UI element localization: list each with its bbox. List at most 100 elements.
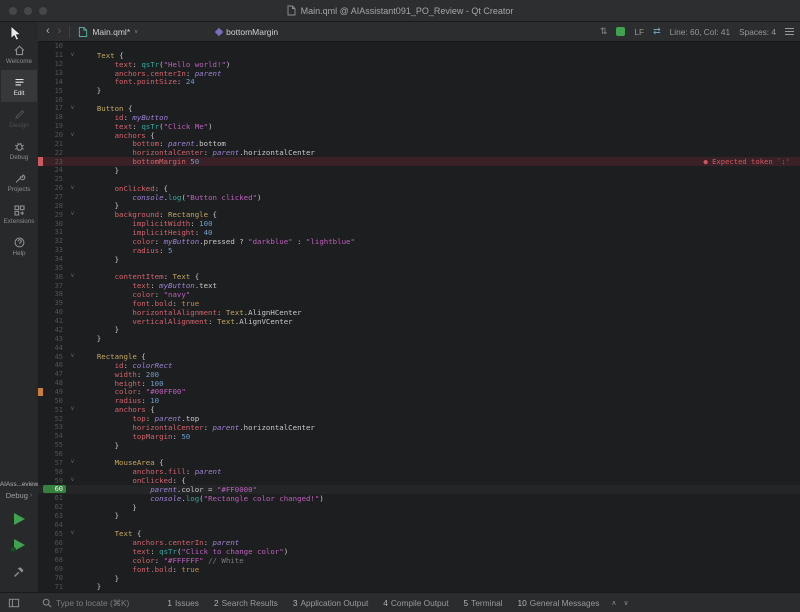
fold-chevron-icon[interactable]: ∨ — [66, 405, 79, 414]
line-number[interactable]: 58 — [43, 468, 66, 476]
sort-arrows-icon[interactable]: ⇅ — [600, 26, 608, 37]
code-line[interactable]: 62 } — [38, 503, 800, 512]
code-line[interactable]: 24 } — [38, 166, 800, 175]
line-number[interactable]: 19 — [43, 122, 66, 130]
chevron-up-icon[interactable]: ∧ — [611, 599, 616, 607]
line-number[interactable]: 57 — [43, 459, 66, 467]
code-editor[interactable]: 1011∨ Text {12 text: qsTr("Hello world!"… — [38, 42, 800, 592]
line-number[interactable]: 70 — [43, 574, 66, 582]
line-number[interactable]: 28 — [43, 202, 66, 210]
line-number[interactable]: 46 — [43, 361, 66, 369]
code-line[interactable]: 57∨ MouseArea { — [38, 458, 800, 467]
code-line[interactable]: 44 — [38, 343, 800, 352]
line-number[interactable]: 23 — [43, 158, 66, 166]
run-button[interactable] — [0, 506, 38, 532]
fold-chevron-icon[interactable]: ∨ — [66, 458, 79, 467]
code-line[interactable]: 50 radius: 10 — [38, 396, 800, 405]
code-line[interactable]: 55 } — [38, 441, 800, 450]
code-line[interactable]: 71 } — [38, 582, 800, 591]
line-number[interactable]: 61 — [43, 494, 66, 502]
line-number[interactable]: 27 — [43, 193, 66, 201]
pane-application-output[interactable]: 3 Application Output — [293, 598, 368, 608]
code-line[interactable]: 17∨ Button { — [38, 104, 800, 113]
fold-chevron-icon[interactable]: ∨ — [66, 272, 79, 281]
line-number[interactable]: 31 — [43, 228, 66, 236]
sidebar-item-help[interactable]: Help — [1, 230, 37, 262]
pane-search-results[interactable]: 2 Search Results — [214, 598, 278, 608]
code-line[interactable]: 60 parent.color = "#FF0000" — [38, 485, 800, 494]
line-number[interactable]: 37 — [43, 282, 66, 290]
build-button[interactable] — [0, 558, 38, 586]
code-line[interactable]: 70 } — [38, 574, 800, 583]
code-line[interactable]: 64 — [38, 520, 800, 529]
code-line[interactable]: 28 } — [38, 201, 800, 210]
line-number[interactable]: 10 — [43, 42, 66, 50]
line-number[interactable]: 34 — [43, 255, 66, 263]
pane-general-messages[interactable]: 10 General Messages — [518, 598, 600, 608]
code-line[interactable]: 14 font.pointSize: 24 — [38, 77, 800, 86]
code-line[interactable]: 12 text: qsTr("Hello world!") — [38, 60, 800, 69]
code-line[interactable]: 35 — [38, 263, 800, 272]
code-line[interactable]: 56 — [38, 450, 800, 459]
line-number[interactable]: 65 — [43, 530, 66, 538]
line-number[interactable]: 55 — [43, 441, 66, 449]
code-line[interactable]: 49 color: "#00FF00" — [38, 388, 800, 397]
code-line[interactable]: 68 color: "#FFFFFF" // White — [38, 556, 800, 565]
fold-chevron-icon[interactable]: ∨ — [66, 529, 79, 538]
line-number[interactable]: 66 — [43, 539, 66, 547]
line-number[interactable]: 18 — [43, 113, 66, 121]
sidebar-item-projects[interactable]: Projects — [1, 166, 37, 198]
code-line[interactable]: 25 — [38, 175, 800, 184]
code-line[interactable]: 33 radius: 5 — [38, 246, 800, 255]
code-line[interactable]: 66 anchors.centerIn: parent — [38, 538, 800, 547]
line-number[interactable]: 17 — [43, 104, 66, 112]
code-line[interactable]: 59∨ onClicked: { — [38, 476, 800, 485]
line-number[interactable]: 24 — [43, 166, 66, 174]
code-line[interactable]: 69 font.bold: true — [38, 565, 800, 574]
code-line[interactable]: 51∨ anchors { — [38, 405, 800, 414]
code-line[interactable]: 40 horizontalAlignment: Text.AlignHCente… — [38, 308, 800, 317]
code-line[interactable]: 52 top: parent.top — [38, 414, 800, 423]
code-line[interactable]: 18 id: myButton — [38, 113, 800, 122]
line-number[interactable]: 67 — [43, 547, 66, 555]
line-number[interactable]: 68 — [43, 556, 66, 564]
code-line[interactable]: 10 — [38, 42, 800, 51]
fold-chevron-icon[interactable]: ∨ — [66, 131, 79, 140]
fold-chevron-icon[interactable]: ∨ — [66, 51, 79, 60]
line-number[interactable]: 54 — [43, 432, 66, 440]
code-line[interactable]: 42 } — [38, 326, 800, 335]
line-number[interactable]: 48 — [43, 379, 66, 387]
line-number[interactable]: 43 — [43, 335, 66, 343]
line-number[interactable]: 13 — [43, 69, 66, 77]
sidebar-item-debug[interactable]: Debug — [1, 134, 37, 166]
line-number[interactable]: 20 — [43, 131, 66, 139]
nav-back-button[interactable]: ‹ — [42, 26, 54, 37]
indentation-indicator[interactable]: Spaces: 4 — [739, 27, 776, 37]
line-number[interactable]: 71 — [43, 583, 66, 591]
line-number[interactable]: 40 — [43, 308, 66, 316]
sync-icon[interactable]: ⇄ — [653, 26, 661, 37]
line-number[interactable]: 64 — [43, 521, 66, 529]
debug-run-button[interactable] — [0, 532, 38, 558]
chevron-down-icon[interactable]: ∨ — [624, 599, 629, 607]
line-number[interactable]: 29 — [43, 211, 66, 219]
code-line[interactable]: 65∨ Text { — [38, 529, 800, 538]
fold-chevron-icon[interactable]: ∨ — [66, 104, 79, 113]
code-line[interactable]: 23 bottomMargin 50● Expected token `:' — [38, 157, 800, 166]
line-number[interactable]: 32 — [43, 237, 66, 245]
fold-chevron-icon[interactable]: ∨ — [66, 476, 79, 485]
line-ending-indicator[interactable]: LF — [634, 27, 644, 37]
code-line[interactable]: 19 text: qsTr("Click Me") — [38, 122, 800, 131]
line-number[interactable]: 42 — [43, 326, 66, 334]
line-number[interactable]: 22 — [43, 149, 66, 157]
line-number[interactable]: 63 — [43, 512, 66, 520]
line-number[interactable]: 39 — [43, 299, 66, 307]
code-line[interactable]: 27 console.log("Button clicked") — [38, 193, 800, 202]
code-line[interactable]: 48 height: 100 — [38, 379, 800, 388]
line-number[interactable]: 30 — [43, 220, 66, 228]
line-number[interactable]: 33 — [43, 246, 66, 254]
code-line[interactable]: 58 anchors.fill: parent — [38, 467, 800, 476]
code-line[interactable]: 20∨ anchors { — [38, 131, 800, 140]
line-number[interactable]: 36 — [43, 273, 66, 281]
fold-chevron-icon[interactable]: ∨ — [66, 352, 79, 361]
